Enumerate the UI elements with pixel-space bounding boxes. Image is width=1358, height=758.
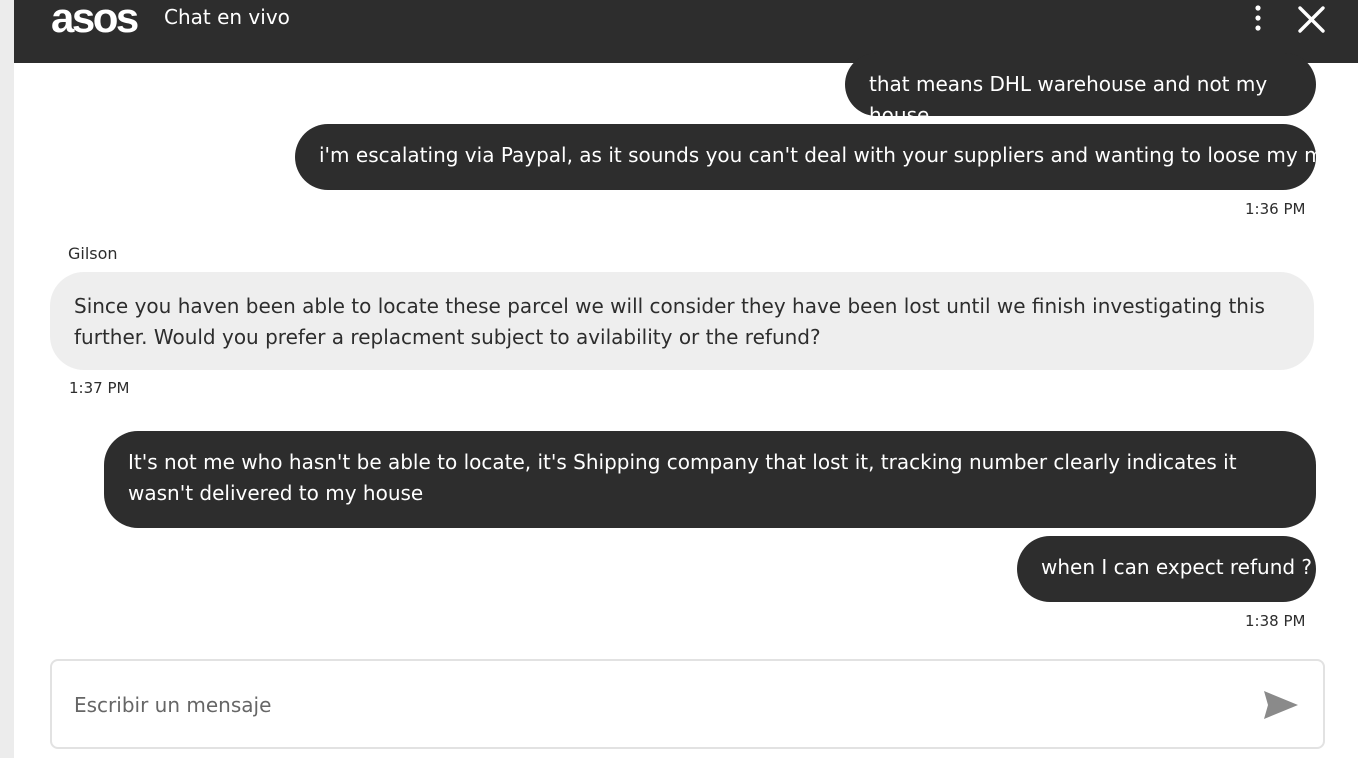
incoming-message: Since you haven been able to locate thes… xyxy=(50,272,1314,370)
message-timestamp: 1:38 PM xyxy=(1245,612,1306,630)
asos-logo: asos xyxy=(51,0,139,41)
message-timestamp: 1:36 PM xyxy=(1245,200,1306,218)
send-icon[interactable] xyxy=(1262,689,1300,721)
outgoing-message: that means DHL warehouse and not my hous… xyxy=(845,53,1316,127)
outgoing-message: It's not me who hasn't be able to locate… xyxy=(104,431,1316,528)
chat-title: Chat en vivo xyxy=(164,5,290,29)
outgoing-message: i'm escalating via Paypal, as it sounds … xyxy=(295,124,1358,190)
close-icon[interactable] xyxy=(1295,4,1327,36)
message-input[interactable] xyxy=(72,687,1236,723)
agent-name: Gilson xyxy=(68,244,118,263)
more-vertical-icon[interactable] xyxy=(1248,3,1268,35)
message-timestamp: 1:37 PM xyxy=(69,379,130,397)
outgoing-message: when I can expect refund ? xyxy=(1017,536,1316,602)
left-page-edge xyxy=(0,0,14,758)
message-composer xyxy=(50,659,1325,749)
